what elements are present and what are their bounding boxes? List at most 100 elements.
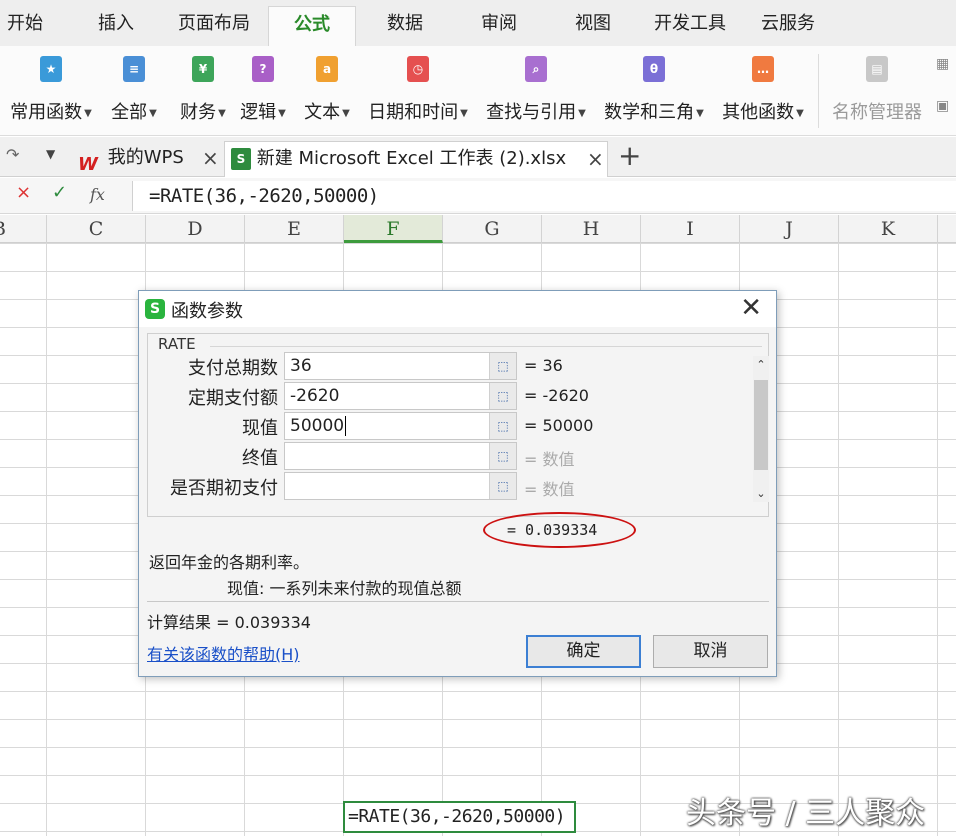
column-header-g[interactable]: G [443, 215, 542, 243]
caret-down-icon: ▼ [278, 107, 286, 119]
other-functions-button[interactable]: … 其他函数 ▼ [718, 56, 808, 126]
cancel-button[interactable]: 取消 [653, 635, 768, 668]
tab-formulas[interactable]: 公式 [268, 6, 356, 46]
dialog-close-icon[interactable]: ✕ [740, 293, 762, 323]
tab-view[interactable]: 视图 [566, 6, 620, 46]
dialog-title: 函数参数 [171, 301, 243, 322]
column-header-c[interactable]: C [47, 215, 146, 243]
arg-label-type: 是否期初支付 [170, 478, 278, 499]
tab-page-layout[interactable]: 页面布局 [172, 6, 256, 46]
doc-tab-workbook[interactable]: S 新建 Microsoft Excel 工作表 (2).xlsx × [224, 141, 608, 177]
scrollbar-thumb[interactable] [754, 380, 768, 470]
ribbon-tab-bar: 开始 插入 页面布局 公式 数据 审阅 视图 开发工具 云服务 [0, 0, 956, 46]
arg-result-pmt: = -2620 [524, 386, 589, 405]
tab-developer[interactable]: 开发工具 [648, 6, 732, 46]
new-tab-plus-icon[interactable]: + [618, 139, 641, 172]
excel-file-icon: S [231, 148, 251, 170]
arg-input-pmt[interactable]: -2620 [284, 382, 517, 410]
dropdown-arrow-icon[interactable]: ▼ [46, 147, 55, 161]
column-header-d[interactable]: D [146, 215, 245, 243]
arg-label-pv: 现值 [242, 418, 278, 439]
column-header-b[interactable]: B [0, 215, 47, 243]
arg-input-fv[interactable] [284, 442, 517, 470]
wps-spreadsheet-icon: S [145, 299, 165, 319]
math-trig-label: 数学和三角 [604, 102, 695, 123]
column-header-row: B C D E F G H I J K [0, 215, 956, 243]
range-select-icon[interactable]: ⬚ [489, 383, 516, 409]
arg-value-pmt: -2620 [290, 386, 340, 406]
arg-result-type: = 数值 [524, 480, 575, 499]
common-functions-label: 常用函数 [10, 102, 83, 123]
column-header-i[interactable]: I [641, 215, 740, 243]
arg-result-pv: = 50000 [524, 416, 594, 435]
arg-result-nper: = 36 [524, 356, 563, 375]
arg-result-fv: = 数值 [524, 450, 575, 469]
theta-icon: θ [643, 56, 665, 82]
scroll-up-icon[interactable]: ⌃ [753, 358, 769, 371]
tab-cloud-service[interactable]: 云服务 [756, 6, 820, 46]
math-trig-button[interactable]: θ 数学和三角 ▼ [600, 56, 708, 126]
active-cell-f[interactable]: =RATE(36,-2620,50000) [343, 801, 576, 833]
confirm-formula-icon[interactable]: ✓ [52, 182, 67, 203]
arg-label-nper: 支付总期数 [188, 358, 278, 379]
column-header-h[interactable]: H [542, 215, 641, 243]
text-functions-button[interactable]: a 文本 ▼ [300, 56, 354, 126]
function-name-label: RATE [158, 335, 196, 353]
common-functions-button[interactable]: ★ 常用函数 ▼ [8, 56, 94, 126]
ribbon-panel: ★ 常用函数 ▼ ≡ 全部 ▼ ¥ 财务 ▼ ? 逻辑 ▼ a 文本 ▼ ◷ 日期和时间 ▼… [0, 46, 956, 136]
column-header-j[interactable]: J [740, 215, 839, 243]
arg-label-pmt: 定期支付额 [188, 388, 278, 409]
argument-description: 现值: 一系列未来付款的现值总额 [227, 579, 462, 598]
function-help-link[interactable]: 有关该函数的帮助(H) [147, 641, 300, 665]
arg-label-fv: 终值 [242, 448, 278, 469]
caret-down-icon: ▼ [342, 107, 350, 119]
doc-tab-workbook-label: 新建 Microsoft Excel 工作表 (2).xlsx [256, 148, 567, 169]
date-time-functions-button[interactable]: ◷ 日期和时间 ▼ [364, 56, 472, 126]
close-icon[interactable]: × [202, 141, 219, 175]
tab-insert[interactable]: 插入 [90, 6, 142, 46]
caret-down-icon: ▼ [578, 107, 586, 119]
grid-line [937, 243, 938, 836]
close-icon[interactable]: × [587, 142, 604, 176]
all-functions-button[interactable]: ≡ 全部 ▼ [106, 56, 162, 126]
caret-down-icon: ▼ [149, 107, 157, 119]
cancel-formula-icon[interactable]: × [16, 182, 31, 203]
column-header-k[interactable]: K [839, 215, 938, 243]
lookup-reference-label: 查找与引用 [486, 102, 577, 123]
range-select-icon[interactable]: ⬚ [489, 443, 516, 469]
column-header-f[interactable]: F [344, 215, 443, 243]
tab-review[interactable]: 审阅 [472, 6, 526, 46]
group-divider [210, 346, 762, 347]
arg-value-pv: 50000 [290, 416, 345, 436]
financial-functions-button[interactable]: ¥ 财务 ▼ [170, 56, 236, 126]
doc-tab-my-wps-label: 我的WPS [107, 147, 184, 168]
ok-button[interactable]: 确定 [526, 635, 641, 668]
range-select-icon[interactable]: ⬚ [489, 413, 516, 439]
arg-input-nper[interactable]: 36 [284, 352, 517, 380]
arg-input-pv[interactable]: 50000 [284, 412, 517, 440]
tab-home[interactable]: 开始 [0, 6, 50, 46]
text-icon: a [316, 56, 338, 82]
logical-functions-button[interactable]: ? 逻辑 ▼ [236, 56, 290, 126]
arguments-scrollbar[interactable]: ⌃ ⌄ [753, 356, 769, 502]
lookup-reference-button[interactable]: ⌕ 查找与引用 ▼ [482, 56, 590, 126]
paste-small-icon[interactable]: ▣ [936, 98, 949, 114]
date-time-functions-label: 日期和时间 [368, 102, 459, 123]
scroll-down-icon[interactable]: ⌄ [753, 487, 769, 500]
grid-line [46, 243, 47, 836]
arguments-group: RATE 支付总期数 36 ⬚ = 36 定期支付额 -2620 ⬚ = -26… [147, 333, 769, 517]
grid-small-icon[interactable]: ▦ [936, 56, 949, 72]
column-header-e[interactable]: E [245, 215, 344, 243]
arg-input-type[interactable] [284, 472, 517, 500]
formula-input[interactable]: =RATE(36,-2620,50000) [132, 181, 956, 211]
doc-tab-my-wps[interactable]: W 我的WPS × [74, 141, 224, 177]
caret-down-icon: ▼ [460, 107, 468, 119]
range-select-icon[interactable]: ⬚ [489, 473, 516, 499]
dialog-title-bar[interactable]: S 函数参数 ✕ [139, 291, 776, 327]
name-manager-button[interactable]: ▤ 名称管理器 [830, 56, 924, 126]
range-select-icon[interactable]: ⬚ [489, 353, 516, 379]
redo-icon[interactable]: ↷ [6, 145, 19, 164]
grid-line [838, 243, 839, 836]
tab-data[interactable]: 数据 [378, 6, 432, 46]
insert-function-icon[interactable]: fx [90, 185, 105, 204]
